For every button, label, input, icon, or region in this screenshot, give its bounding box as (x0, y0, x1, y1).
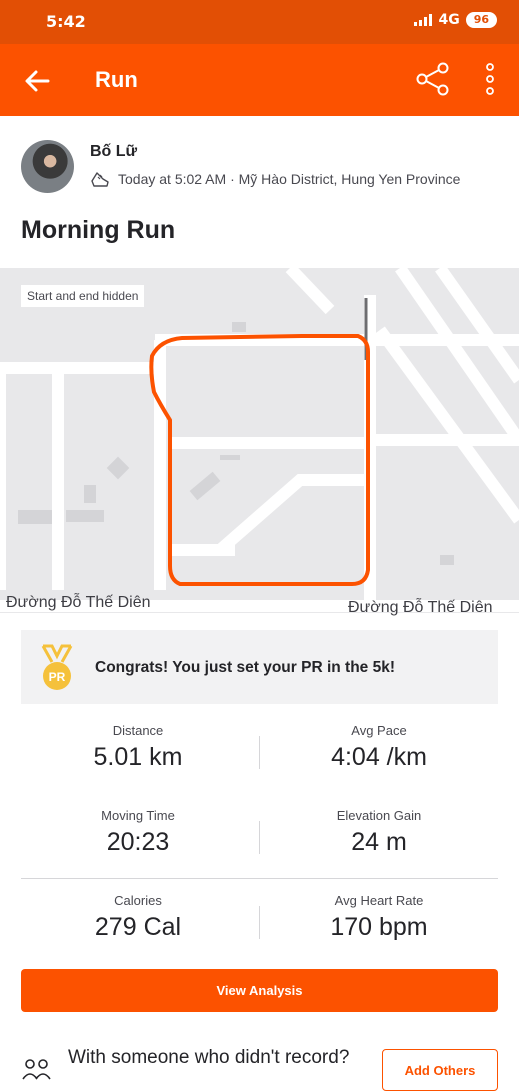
network-type: 4G (438, 12, 460, 28)
stat-value-moving-time: 20:23 (106, 828, 170, 856)
stats-divider (21, 878, 498, 879)
stat-label-calories: Calories (114, 893, 162, 908)
start-end-hidden-badge: Start and end hidden (21, 285, 145, 307)
athlete-name[interactable]: Bố Lữ (90, 143, 137, 161)
avatar[interactable] (21, 140, 74, 193)
stat-value-avg-pace: 4:04 /km (331, 743, 427, 771)
status-time: 5:42 (46, 12, 86, 31)
battery-icon: 96 (465, 12, 497, 28)
stat-label-avg-pace: Avg Pace (351, 723, 407, 738)
more-vertical-icon[interactable] (478, 62, 502, 96)
stat-value-calories: 279 Cal (94, 913, 182, 941)
activity-meta-text: Today at 5:02 AM · Mỹ Hào District, Hung… (118, 171, 461, 187)
map-canvas (0, 268, 519, 612)
stat-value-avg-heart-rate: 170 bpm (330, 913, 428, 941)
stat-label-avg-heart-rate: Avg Heart Rate (334, 893, 424, 908)
activity-meta: Today at 5:02 AM · Mỹ Hào District, Hung… (90, 170, 460, 188)
shoe-icon (91, 172, 109, 187)
pr-banner[interactable]: PR Congrats! You just set your PR in the… (21, 630, 498, 704)
arrow-left-icon[interactable] (22, 66, 52, 96)
view-analysis-button[interactable]: View Analysis (21, 969, 498, 1012)
with-someone-text: With someone who didn't record? (68, 1047, 350, 1068)
stat-label-elevation-gain: Elevation Gain (336, 808, 422, 823)
add-others-button[interactable]: Add Others (382, 1049, 498, 1091)
street-label: Đường Đỗ Thế Diên (348, 599, 493, 616)
share-icon[interactable] (416, 62, 450, 96)
activity-title: Morning Run (21, 216, 176, 244)
stat-value-distance: 5.01 km (93, 743, 183, 771)
app-bar: Run (0, 44, 519, 116)
status-bar: 5:42 4G 96 (0, 0, 519, 44)
medal-icon: PR (41, 644, 73, 690)
signal-icon (414, 14, 433, 26)
status-indicators: 4G 96 (414, 12, 497, 28)
battery-level: 96 (473, 13, 489, 26)
medal-label: PR (49, 670, 66, 684)
street-label: Đường Đỗ Thế Diên (6, 594, 151, 611)
stat-label-moving-time: Moving Time (101, 808, 175, 823)
people-icon (22, 1059, 51, 1080)
page-title: Run (95, 67, 138, 92)
pr-message: Congrats! You just set your PR in the 5k… (95, 659, 395, 676)
stat-label-distance: Distance (112, 723, 164, 738)
route-map[interactable] (0, 268, 519, 613)
stat-value-elevation-gain: 24 m (351, 828, 407, 856)
